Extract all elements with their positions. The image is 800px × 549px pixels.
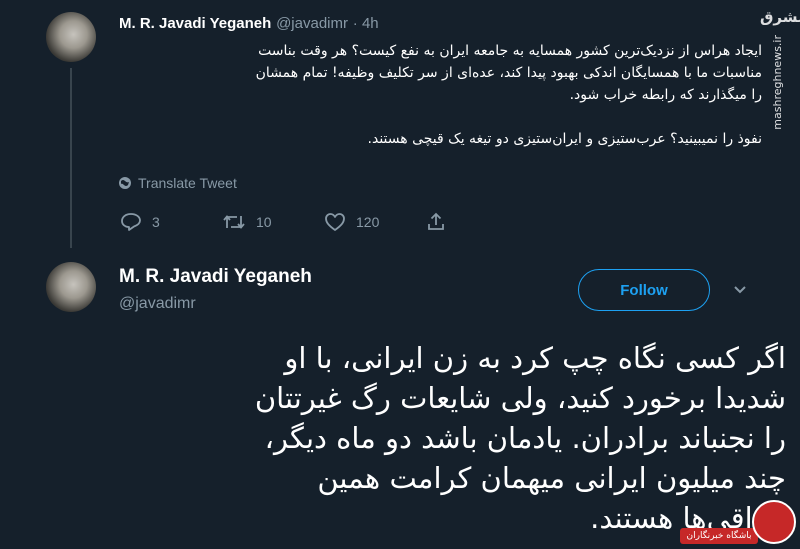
globe-icon <box>119 177 131 189</box>
heart-icon <box>325 213 345 231</box>
chevron-down-icon <box>734 286 746 294</box>
retweet-button[interactable]: 10 <box>222 212 324 232</box>
site-watermark: mashreghnews.ir <box>771 35 784 130</box>
retweet-icon <box>223 215 245 229</box>
tweet1-actions: 3 10 120 <box>120 212 456 232</box>
tweet1-line: نفوذ را نمیبینید؟ عرب‌ستیزی و ایران‌ستیز… <box>367 131 762 147</box>
agency-badge: باشگاه خبرنگاران <box>680 500 798 546</box>
tweet1-line: مناسبات ما با همسایگان اندکی بهبود پیدا … <box>255 65 762 81</box>
author-name[interactable]: M. R. Javadi Yeganeh <box>119 266 312 288</box>
thread-line <box>70 68 72 248</box>
share-icon <box>428 212 444 230</box>
author-name[interactable]: M. R. Javadi Yeganeh <box>119 15 271 32</box>
tweet-time[interactable]: · 4h <box>353 15 379 32</box>
site-logo: مشرق <box>760 8 800 26</box>
more-options-button[interactable] <box>732 281 748 300</box>
reply-icon <box>121 213 141 231</box>
reply-button[interactable]: 3 <box>120 212 222 232</box>
tweet1-text: ایجاد هراس از نزدیک‌ترین کشور همسایه به … <box>118 40 762 150</box>
retweet-count: 10 <box>256 214 272 230</box>
follow-button[interactable]: Follow <box>578 269 710 311</box>
author-handle[interactable]: @javadimr <box>276 15 348 32</box>
share-button[interactable] <box>426 212 456 232</box>
tweet1-line: ایجاد هراس از نزدیک‌ترین کشور همسایه به … <box>258 43 762 59</box>
tweet1-header: M. R. Javadi Yeganeh @javadimr · 4h <box>119 14 379 32</box>
like-count: 120 <box>356 214 380 230</box>
like-button[interactable]: 120 <box>324 212 426 232</box>
tweet1-line: را میگذارند که رابطه خراب شود. <box>569 87 762 103</box>
tweet2-line: شدیدا برخورد کنید، ولی شایعات رگ غیرتتان <box>254 381 786 415</box>
tweet2-line: چند میلیون ایرانی میهمان کرامت همین <box>317 461 786 495</box>
tweet2-line: اگر کسی نگاه چپ کرد به زن ایرانی، با او <box>284 341 786 375</box>
agency-logo <box>752 500 796 544</box>
reply-count: 3 <box>152 214 160 230</box>
tweet2-line: را نجنباند برادران. یادمان باشد دو ماه د… <box>264 421 786 455</box>
translate-tweet-link[interactable]: Translate Tweet <box>118 175 237 191</box>
agency-badge-label: باشگاه خبرنگاران <box>680 528 758 544</box>
author-avatar[interactable] <box>46 262 96 312</box>
translate-label: Translate Tweet <box>138 175 237 191</box>
author-avatar[interactable] <box>46 12 96 62</box>
author-handle[interactable]: @javadimr <box>119 295 196 313</box>
